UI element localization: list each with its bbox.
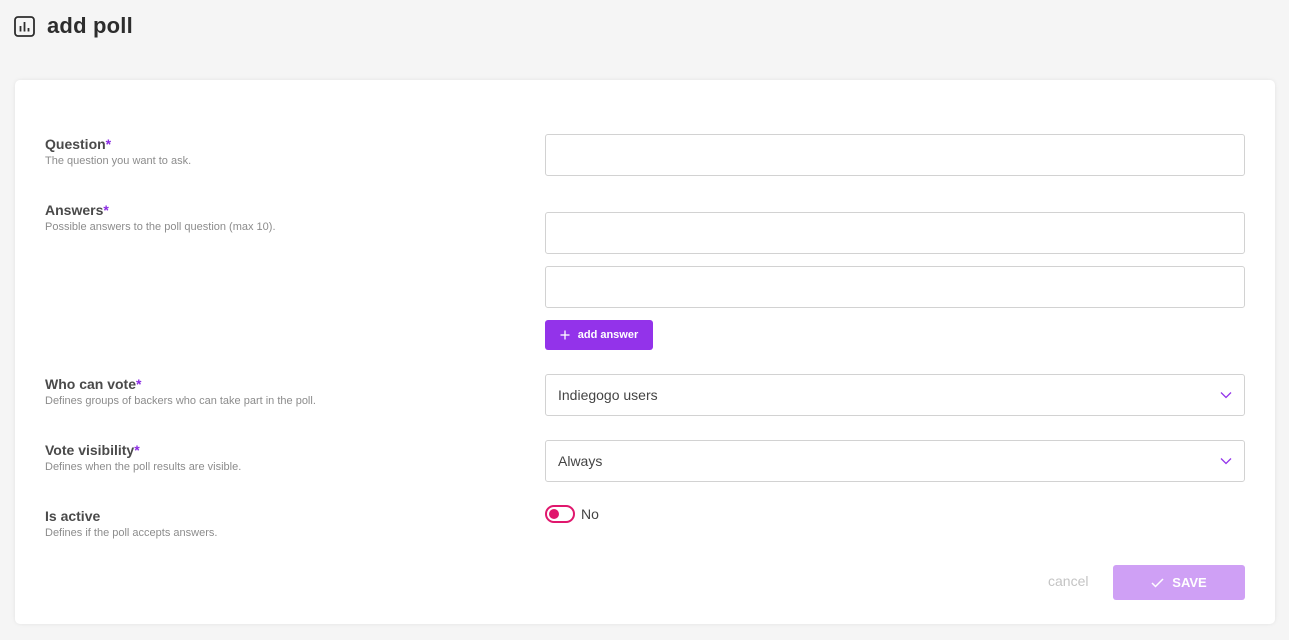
vote-visibility-label: Vote visibility* bbox=[45, 442, 140, 458]
who-can-vote-label-group: Who can vote* Defines groups of backers … bbox=[45, 376, 316, 407]
vote-visibility-value: Always bbox=[558, 453, 603, 469]
vote-visibility-label-group: Vote visibility* Defines when the poll r… bbox=[45, 442, 241, 473]
answer-input-2[interactable] bbox=[546, 267, 1244, 307]
plus-icon bbox=[560, 330, 570, 340]
is-active-label-group: Is active Defines if the poll accepts an… bbox=[45, 508, 217, 539]
who-can-vote-hint: Defines groups of backers who can take p… bbox=[45, 395, 316, 407]
page-title: add poll bbox=[47, 13, 133, 38]
save-button[interactable]: SAVE bbox=[1113, 565, 1245, 600]
question-field[interactable] bbox=[545, 134, 1245, 176]
check-icon bbox=[1151, 577, 1164, 588]
question-label-group: Question* The question you want to ask. bbox=[45, 136, 191, 167]
required-marker: * bbox=[136, 376, 142, 392]
required-marker: * bbox=[134, 442, 140, 458]
toggle-switch[interactable] bbox=[545, 505, 575, 523]
cancel-button[interactable]: cancel bbox=[1048, 573, 1088, 589]
answer-field-1[interactable] bbox=[545, 212, 1245, 254]
add-answer-label: add answer bbox=[577, 329, 639, 341]
toggle-knob bbox=[549, 509, 559, 519]
who-can-vote-label: Who can vote* bbox=[45, 376, 142, 392]
vote-visibility-select[interactable]: Always bbox=[545, 440, 1245, 482]
chevron-down-icon bbox=[1220, 392, 1232, 399]
who-can-vote-value: Indiegogo users bbox=[558, 387, 658, 403]
question-hint: The question you want to ask. bbox=[45, 155, 192, 167]
add-answer-button[interactable]: add answer bbox=[545, 320, 653, 350]
answer-input-1[interactable] bbox=[546, 213, 1244, 253]
answer-field-2[interactable] bbox=[545, 266, 1245, 308]
poll-form-card: Question* The question you want to ask. … bbox=[15, 80, 1275, 624]
is-active-toggle[interactable]: No bbox=[545, 505, 599, 523]
toggle-state-label: No bbox=[581, 506, 599, 522]
answers-label-group: Answers* Possible answers to the poll qu… bbox=[45, 202, 276, 233]
chevron-down-icon bbox=[1220, 458, 1232, 465]
answers-hint: Possible answers to the poll question (m… bbox=[45, 221, 276, 233]
who-can-vote-select[interactable]: Indiegogo users bbox=[545, 374, 1245, 416]
is-active-label: Is active bbox=[45, 508, 101, 524]
answers-label: Answers* bbox=[45, 202, 109, 218]
save-label: SAVE bbox=[1172, 575, 1207, 590]
is-active-hint: Defines if the poll accepts answers. bbox=[45, 527, 218, 539]
question-label: Question* bbox=[45, 136, 112, 152]
bar-chart-icon bbox=[14, 15, 35, 37]
required-marker: * bbox=[105, 136, 112, 152]
required-marker: * bbox=[103, 202, 109, 218]
question-input[interactable] bbox=[546, 135, 1244, 175]
vote-visibility-hint: Defines when the poll results are visibl… bbox=[45, 461, 242, 473]
page-header: add poll bbox=[14, 13, 133, 39]
